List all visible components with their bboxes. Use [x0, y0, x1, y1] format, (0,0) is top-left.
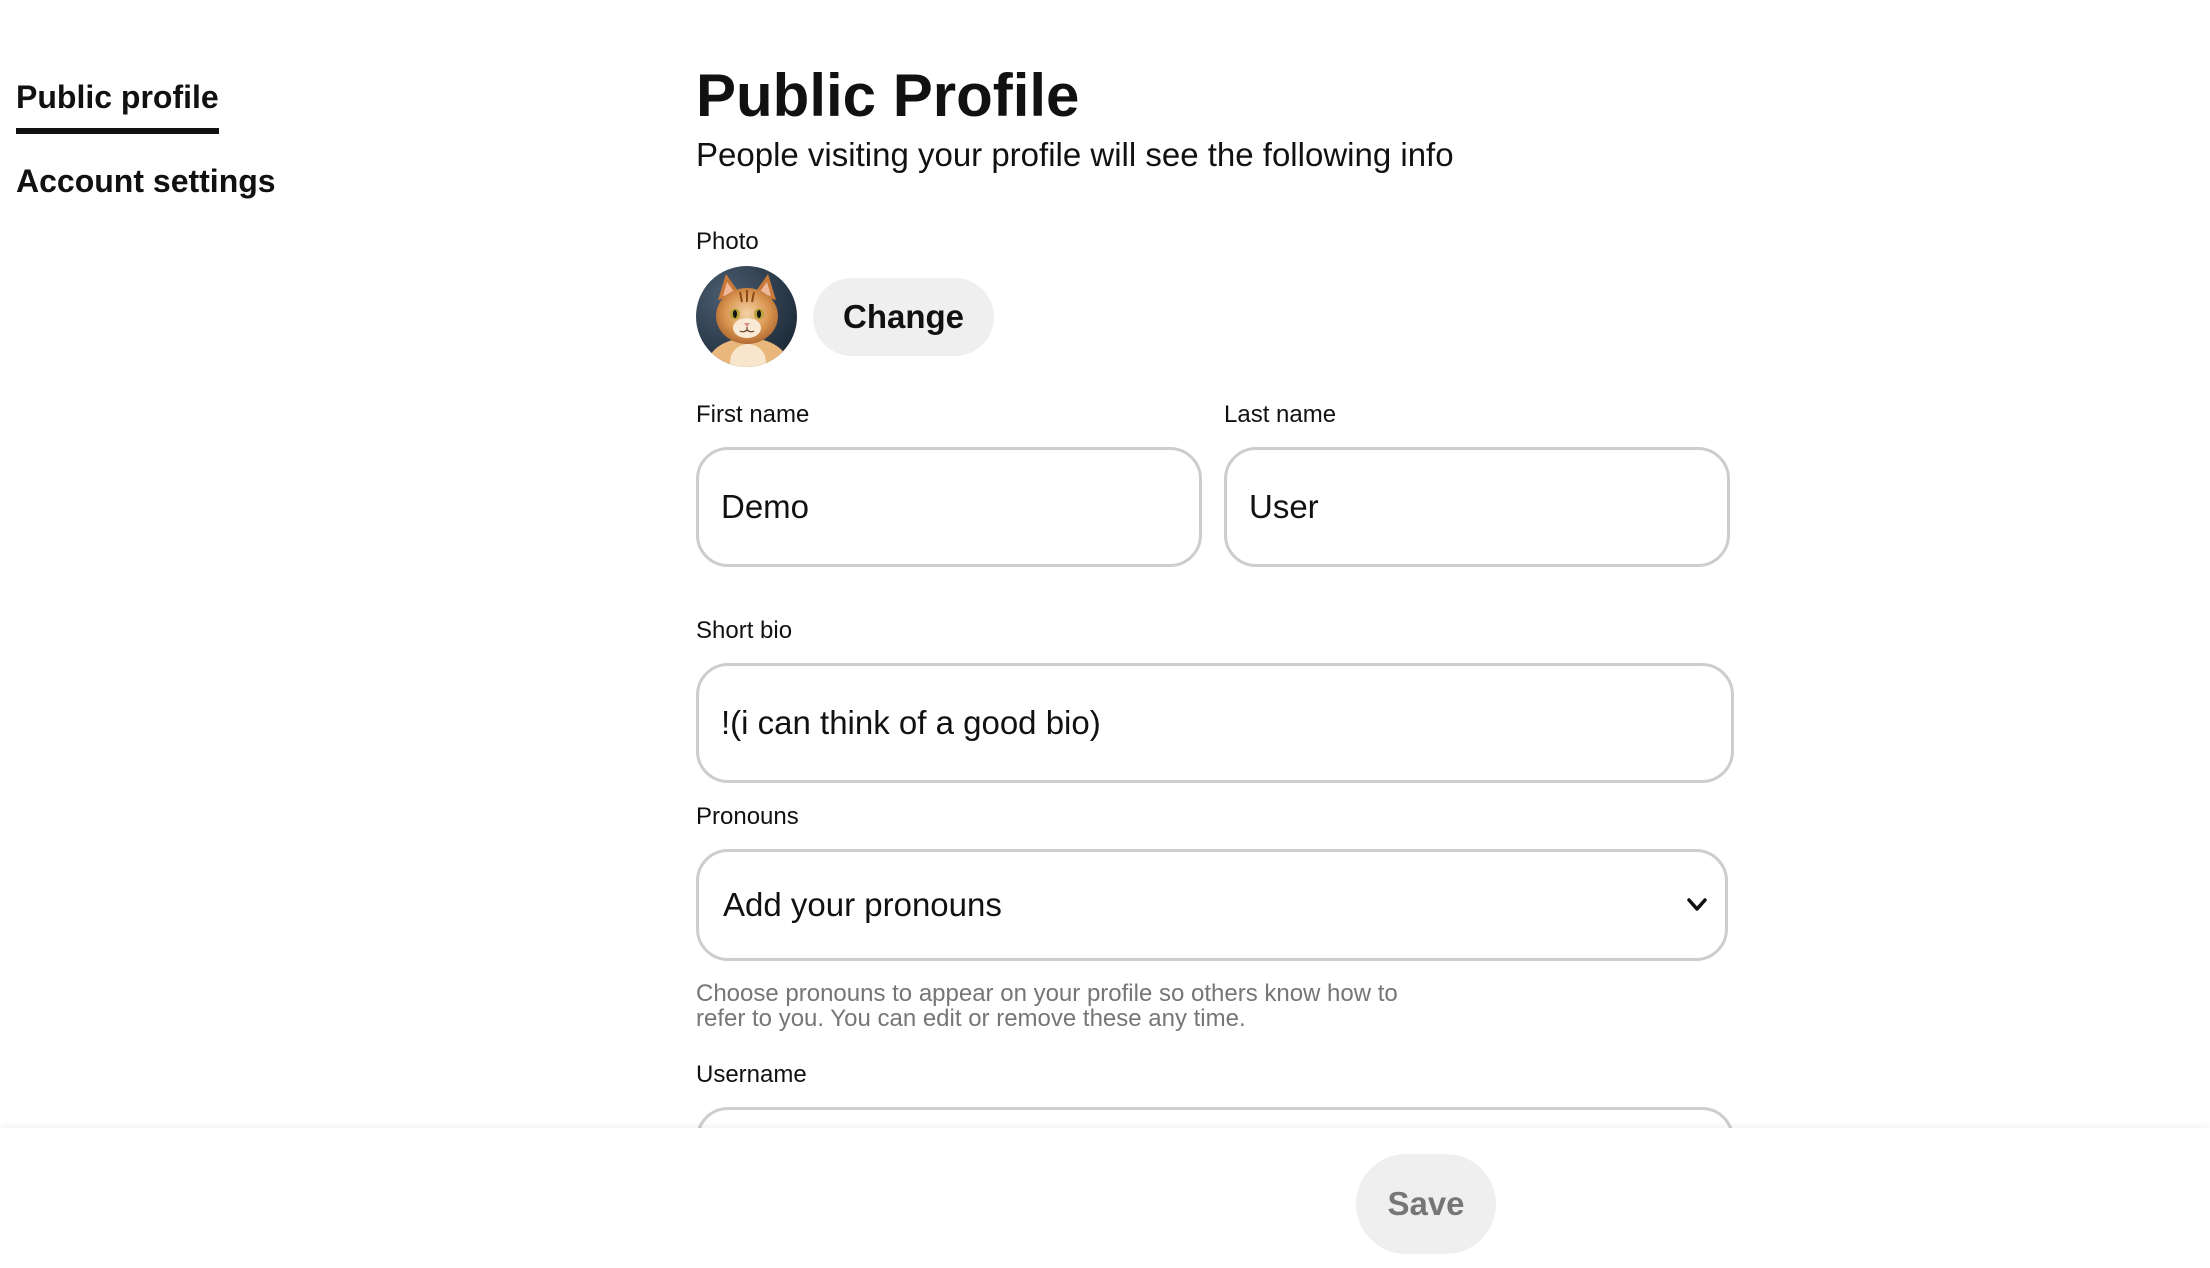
first-name-group: First name: [696, 401, 1202, 567]
pronouns-select[interactable]: Add your pronouns: [696, 849, 1728, 961]
save-bar: Save: [0, 1128, 2210, 1268]
pronouns-selected-value: Add your pronouns: [723, 886, 1002, 923]
last-name-label: Last name: [1224, 401, 1337, 428]
name-row: First name Last name: [696, 401, 1736, 567]
bio-group: Short bio: [696, 617, 1736, 783]
nav-item-public-profile[interactable]: Public profile: [16, 78, 219, 135]
first-name-input[interactable]: [696, 447, 1202, 567]
avatar: [696, 266, 797, 367]
save-button[interactable]: Save: [1356, 1154, 1496, 1254]
last-name-input[interactable]: [1224, 447, 1730, 567]
page-title: Public Profile: [696, 62, 1080, 129]
bio-input[interactable]: [696, 663, 1734, 783]
profile-form: Public Profile People visiting your prof…: [696, 60, 1736, 1227]
cat-avatar-icon: [696, 266, 797, 367]
bio-label: Short bio: [696, 617, 793, 644]
last-name-group: Last name: [1224, 401, 1730, 567]
settings-nav: Public profile Account settings: [16, 78, 416, 201]
page-subtitle: People visiting your profile will see th…: [696, 136, 1454, 173]
pronouns-label: Pronouns: [696, 803, 799, 830]
pronouns-help-text: Choose pronouns to appear on your profil…: [696, 980, 1398, 1032]
photo-row: Change: [696, 266, 1736, 367]
nav-item-account-settings[interactable]: Account settings: [16, 162, 276, 200]
chevron-down-icon: [1687, 898, 1707, 911]
photo-label: Photo: [696, 228, 759, 255]
username-label: Username: [696, 1061, 807, 1088]
first-name-label: First name: [696, 401, 810, 428]
pronouns-group: Pronouns Add your pronouns Choose pronou…: [696, 803, 1736, 1031]
change-photo-button[interactable]: Change: [813, 277, 995, 356]
